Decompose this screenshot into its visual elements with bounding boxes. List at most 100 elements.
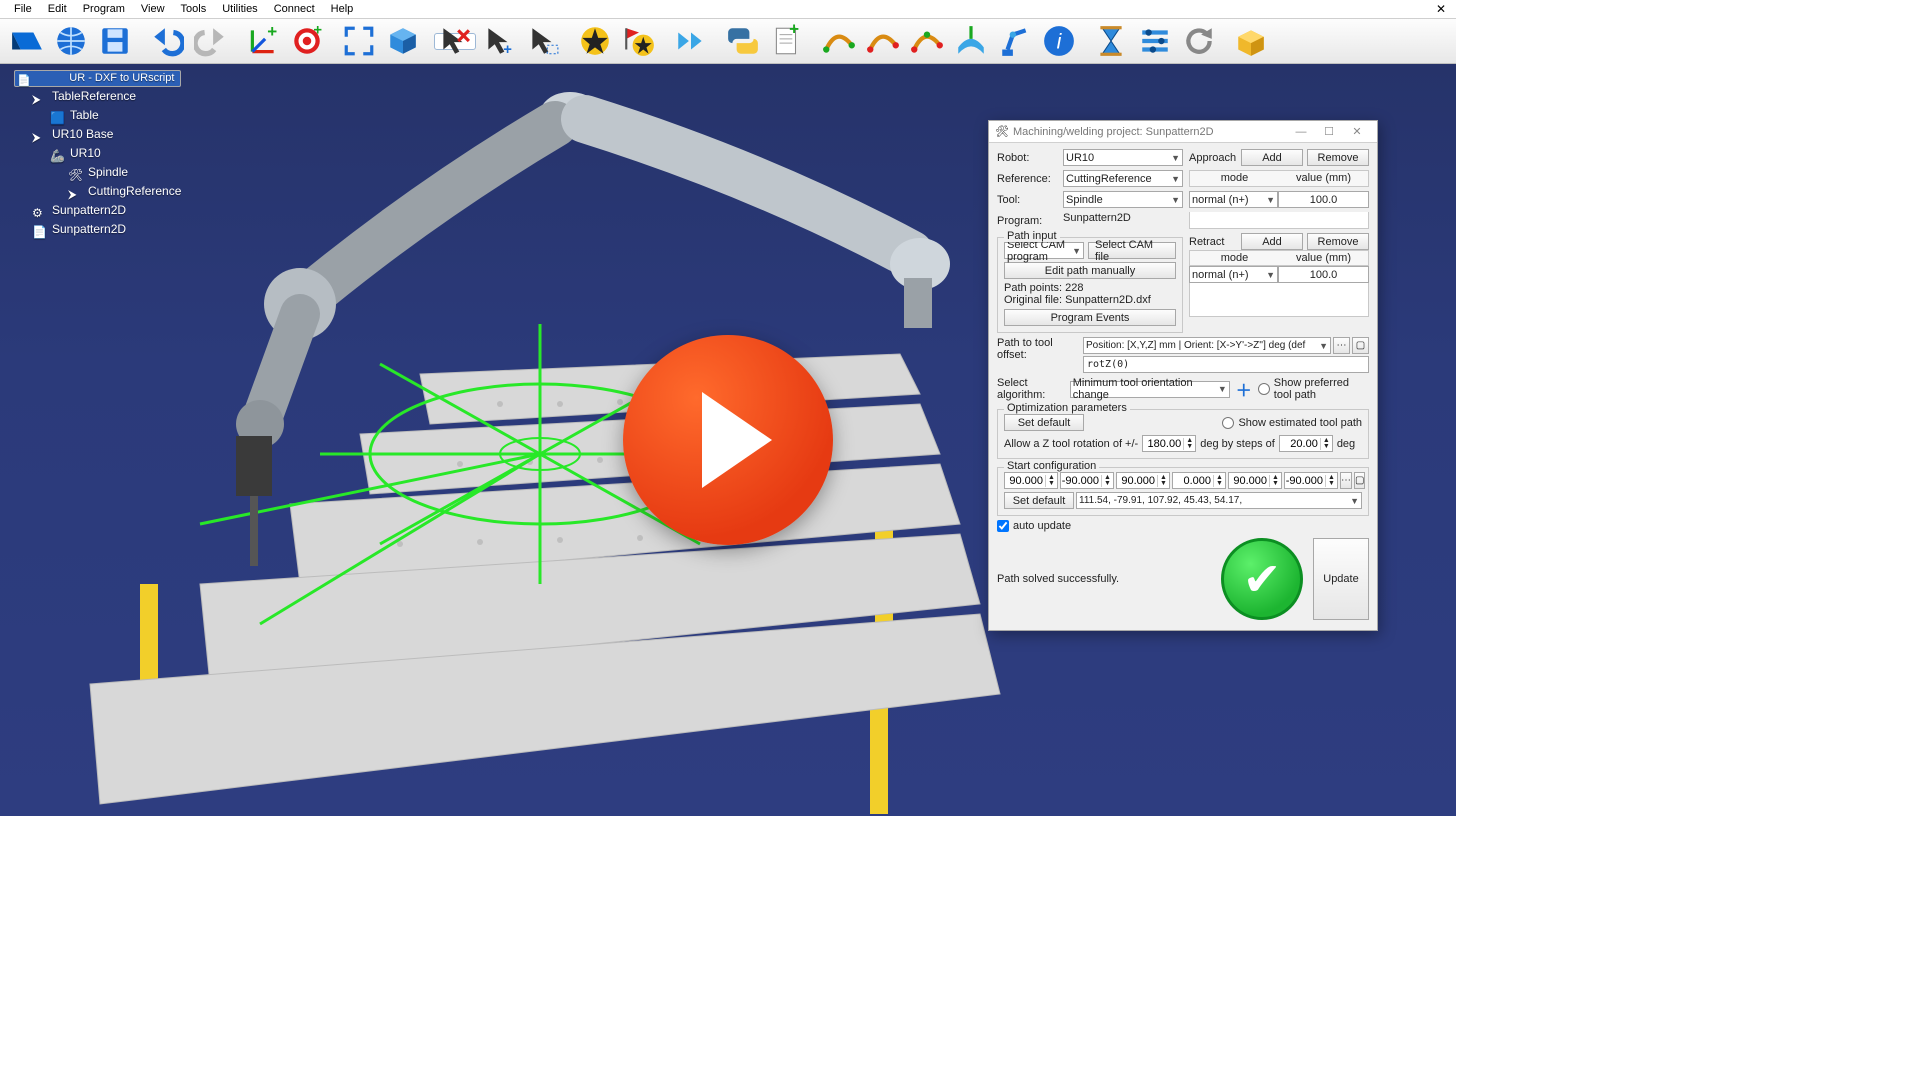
- machining-panel[interactable]: 🛠 Machining/welding project: Sunpattern2…: [988, 120, 1378, 631]
- menu-tools[interactable]: Tools: [173, 3, 215, 15]
- python-icon[interactable]: [722, 20, 764, 62]
- j1-spin[interactable]: ▲▼: [1004, 472, 1058, 489]
- redo-icon[interactable]: [190, 20, 232, 62]
- menu-connect[interactable]: Connect: [266, 3, 323, 15]
- fit-view-icon[interactable]: [338, 20, 380, 62]
- program-events-button[interactable]: Program Events: [1004, 309, 1176, 326]
- panel-close-icon[interactable]: ✕: [1343, 125, 1371, 138]
- rotz-input[interactable]: rotZ(0): [1083, 356, 1369, 373]
- menubar: File Edit Program View Tools Utilities C…: [0, 0, 1456, 18]
- 3d-workspace[interactable]: 📄 UR - DXF to URscript ⮞TableReference 🟦…: [0, 64, 1456, 816]
- retract-list[interactable]: [1189, 283, 1369, 317]
- select-move-icon[interactable]: +: [478, 20, 520, 62]
- select-cam-program[interactable]: Select CAM program▼: [1004, 242, 1084, 259]
- collision-flag-icon[interactable]: [618, 20, 660, 62]
- select-rect-icon[interactable]: [522, 20, 564, 62]
- approach-label: Approach: [1189, 152, 1237, 164]
- hourglass-icon[interactable]: [1090, 20, 1132, 62]
- auto-update-checkbox[interactable]: auto update: [997, 520, 1369, 532]
- approach-mode-select[interactable]: normal (n+)▼: [1189, 191, 1278, 208]
- cfg-set-default-button[interactable]: Set default: [1004, 492, 1074, 509]
- collision-icon[interactable]: [574, 20, 616, 62]
- cfg-btn-2[interactable]: ▢: [1354, 472, 1365, 489]
- surface-icon[interactable]: [950, 20, 992, 62]
- tree-item[interactable]: ⚙Sunpattern2D: [14, 201, 181, 220]
- new-script-icon[interactable]: +: [766, 20, 808, 62]
- select-cam-file-button[interactable]: Select CAM file: [1088, 242, 1176, 259]
- menu-program[interactable]: Program: [75, 3, 133, 15]
- panel-maximize-icon[interactable]: ☐: [1315, 125, 1343, 138]
- opt-set-default-button[interactable]: Set default: [1004, 414, 1084, 431]
- iso-view-icon[interactable]: [382, 20, 424, 62]
- approach-add-button[interactable]: Add: [1241, 149, 1303, 166]
- svg-text:+: +: [313, 24, 322, 39]
- algo-select[interactable]: Minimum tool orientation change▼: [1070, 381, 1230, 398]
- open-station-icon[interactable]: [6, 20, 48, 62]
- tree-item[interactable]: ⮞TableReference: [14, 87, 181, 106]
- solved-config-select[interactable]: 111.54, -79.91, 107.92, 45.43, 54.17,▼: [1076, 492, 1362, 509]
- tree-item[interactable]: 🛠Spindle: [14, 163, 181, 182]
- panel-minimize-icon[interactable]: —: [1287, 126, 1315, 138]
- window-close-icon[interactable]: ✕: [1436, 2, 1450, 16]
- settings-bars-icon[interactable]: [1134, 20, 1176, 62]
- show-preferred-radio[interactable]: Show preferred tool path: [1258, 377, 1369, 401]
- add-frame-icon[interactable]: +: [242, 20, 284, 62]
- edit-path-button[interactable]: Edit path manually: [1004, 262, 1176, 279]
- menu-view[interactable]: View: [133, 3, 173, 15]
- show-estimated-radio[interactable]: Show estimated tool path: [1222, 417, 1362, 429]
- allow-z-val-spin[interactable]: ▲▼: [1142, 435, 1196, 452]
- tree-item[interactable]: ⮞UR10 Base: [14, 125, 181, 144]
- curve-1-icon[interactable]: [818, 20, 860, 62]
- cfg-btn-1[interactable]: ⋯: [1340, 472, 1352, 489]
- solved-message: Path solved successfully.: [997, 573, 1211, 585]
- select-no-icon[interactable]: [434, 33, 476, 50]
- allow-z-c: deg: [1337, 438, 1355, 450]
- refresh-icon[interactable]: [1178, 20, 1220, 62]
- retract-remove-button[interactable]: Remove: [1307, 233, 1369, 250]
- frame-icon: ⮞: [32, 128, 46, 142]
- save-icon[interactable]: [94, 20, 136, 62]
- menu-edit[interactable]: Edit: [40, 3, 75, 15]
- undo-icon[interactable]: [146, 20, 188, 62]
- tree-item[interactable]: 🦾UR10: [14, 144, 181, 163]
- allow-z-step-spin[interactable]: ▲▼: [1279, 435, 1333, 452]
- reference-select[interactable]: CuttingReference▼: [1063, 170, 1183, 187]
- offset-btn-1[interactable]: ⋯: [1333, 337, 1350, 354]
- robot-arm-icon[interactable]: [994, 20, 1036, 62]
- curve-3-icon[interactable]: [906, 20, 948, 62]
- tree-root[interactable]: 📄 UR - DXF to URscript: [14, 70, 181, 87]
- approach-remove-button[interactable]: Remove: [1307, 149, 1369, 166]
- retract-add-button[interactable]: Add: [1241, 233, 1303, 250]
- approach-value-input[interactable]: 100.0: [1278, 191, 1369, 208]
- update-button[interactable]: Update: [1313, 538, 1369, 620]
- tree-item[interactable]: ⮞CuttingReference: [14, 182, 181, 201]
- offset-btn-2[interactable]: ▢: [1352, 337, 1369, 354]
- robot-select[interactable]: UR10▼: [1063, 149, 1183, 166]
- j3-spin[interactable]: ▲▼: [1116, 472, 1170, 489]
- info-icon[interactable]: i: [1038, 20, 1080, 62]
- tool-select[interactable]: Spindle▼: [1063, 191, 1183, 208]
- retract-mode-select[interactable]: normal (n+)▼: [1189, 266, 1278, 283]
- menu-help[interactable]: Help: [323, 3, 362, 15]
- panel-titlebar[interactable]: 🛠 Machining/welding project: Sunpattern2…: [989, 121, 1377, 143]
- j4-spin[interactable]: ▲▼: [1172, 472, 1226, 489]
- package-icon[interactable]: [1230, 20, 1272, 62]
- station-tree[interactable]: 📄 UR - DXF to URscript ⮞TableReference 🟦…: [14, 70, 181, 239]
- add-target-icon[interactable]: +: [286, 20, 328, 62]
- menu-file[interactable]: File: [6, 3, 40, 15]
- open-web-icon[interactable]: [50, 20, 92, 62]
- menu-utilities[interactable]: Utilities: [214, 3, 265, 15]
- fast-forward-icon[interactable]: [670, 20, 712, 62]
- approach-list[interactable]: [1189, 212, 1369, 229]
- tree-item[interactable]: 🟦Table: [14, 106, 181, 125]
- retract-value-input[interactable]: 100.0: [1278, 266, 1369, 283]
- retract-label: Retract: [1189, 236, 1237, 248]
- j5-spin[interactable]: ▲▼: [1228, 472, 1282, 489]
- algo-add-icon[interactable]: ＋: [1236, 377, 1252, 401]
- j6-spin[interactable]: ▲▼: [1284, 472, 1338, 489]
- tree-item[interactable]: 📄Sunpattern2D: [14, 220, 181, 239]
- play-overlay-icon[interactable]: [623, 335, 833, 545]
- pos-orient-select[interactable]: Position: [X,Y,Z] mm | Orient: [X->Y'->Z…: [1083, 337, 1331, 354]
- j2-spin[interactable]: ▲▼: [1060, 472, 1114, 489]
- curve-2-icon[interactable]: [862, 20, 904, 62]
